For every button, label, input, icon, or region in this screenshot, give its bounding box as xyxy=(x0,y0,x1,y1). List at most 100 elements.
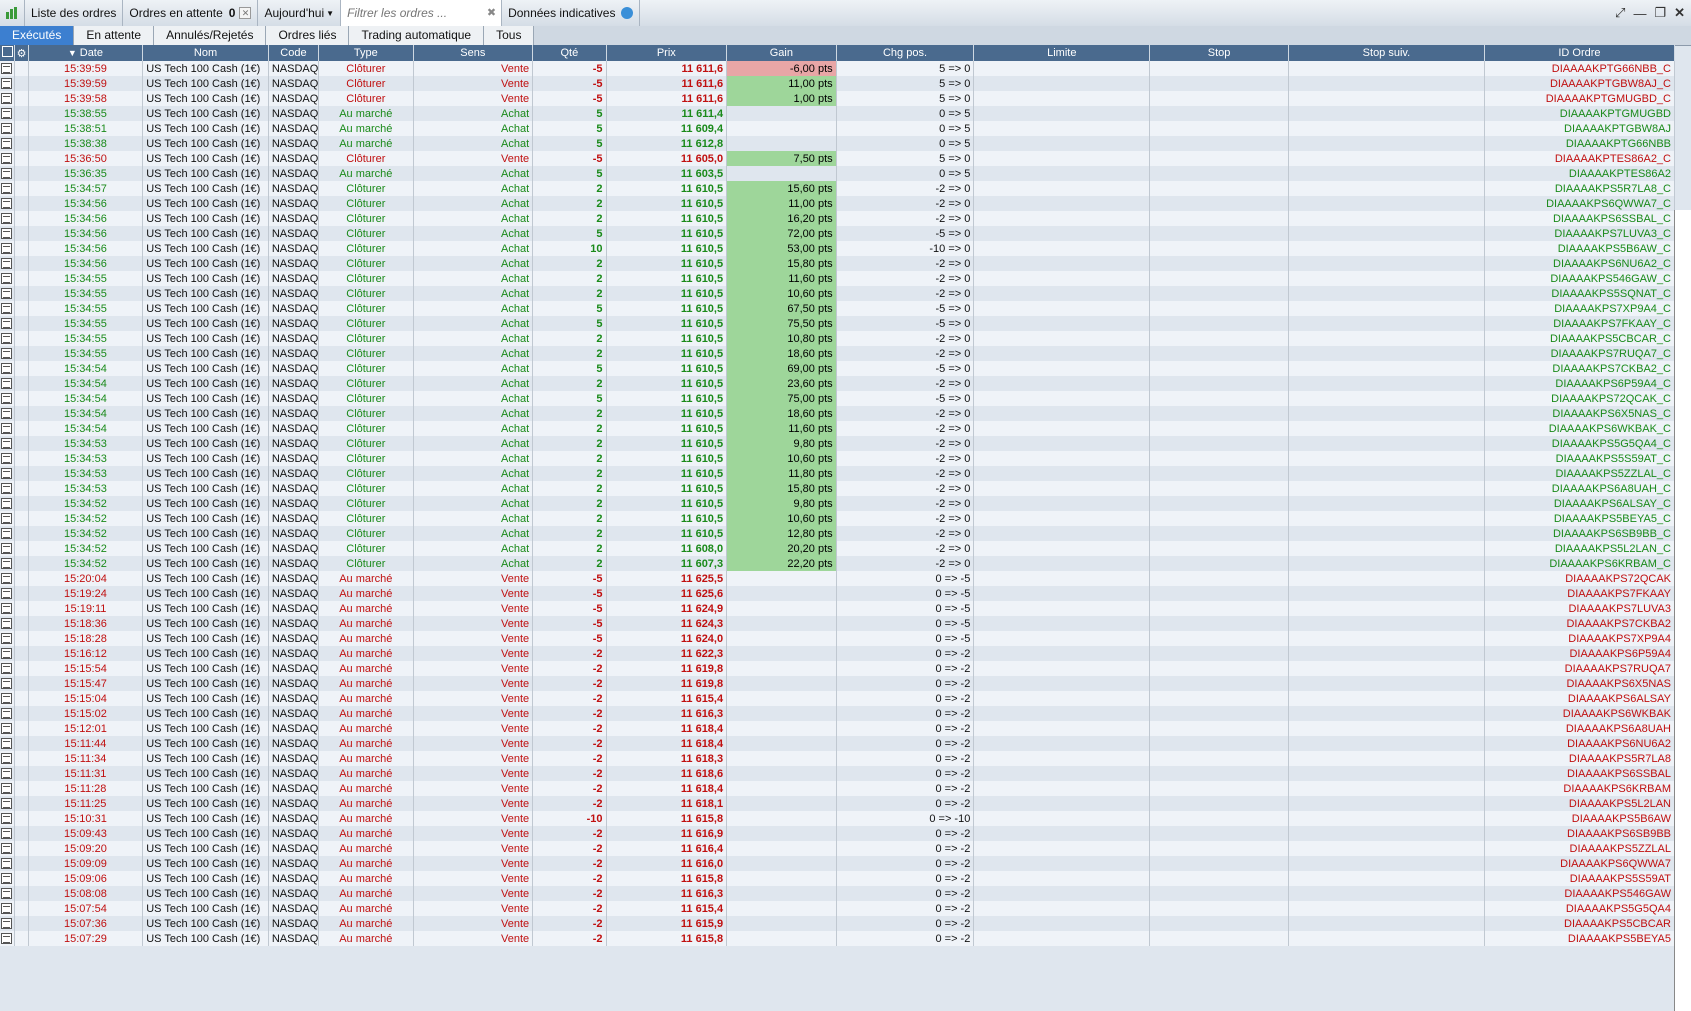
order-detail-icon[interactable] xyxy=(1,318,13,330)
table-row[interactable]: 15:15:47 US Tech 100 Cash (1€) NASDAQ Au ma… xyxy=(0,676,1675,691)
table-row[interactable]: 15:34:56 US Tech 100 Cash (1€) NASDAQ Clôtu… xyxy=(0,196,1675,211)
table-row[interactable]: 15:08:08 US Tech 100 Cash (1€) NASDAQ Au ma… xyxy=(0,886,1675,901)
order-detail-icon[interactable] xyxy=(1,468,13,480)
col-header-limite[interactable]: Limite xyxy=(973,45,1151,61)
table-row[interactable]: 15:34:56 US Tech 100 Cash (1€) NASDAQ Clôtu… xyxy=(0,226,1675,241)
close-icon[interactable]: ✕ xyxy=(239,7,252,19)
order-detail-icon[interactable] xyxy=(1,528,13,540)
order-detail-icon[interactable] xyxy=(1,543,13,555)
table-row[interactable]: 15:34:54 US Tech 100 Cash (1€) NASDAQ Clôtu… xyxy=(0,376,1675,391)
order-detail-icon[interactable] xyxy=(1,378,13,390)
table-row[interactable]: 15:18:36 US Tech 100 Cash (1€) NASDAQ Au ma… xyxy=(0,616,1675,631)
order-detail-icon[interactable] xyxy=(1,438,13,450)
table-row[interactable]: 15:34:56 US Tech 100 Cash (1€) NASDAQ Clôtu… xyxy=(0,241,1675,256)
order-detail-icon[interactable] xyxy=(1,243,13,255)
order-detail-icon[interactable] xyxy=(1,423,13,435)
col-header-qte[interactable]: Qté xyxy=(532,45,607,61)
tab-all[interactable]: Tous xyxy=(484,26,535,45)
table-row[interactable]: 15:34:52 US Tech 100 Cash (1€) NASDAQ Clôtu… xyxy=(0,526,1675,541)
table-row[interactable]: 15:16:12 US Tech 100 Cash (1€) NASDAQ Au ma… xyxy=(0,646,1675,661)
table-row[interactable]: 15:38:51 US Tech 100 Cash (1€) NASDAQ Au ma… xyxy=(0,121,1675,136)
clear-filter-icon[interactable]: ✖ xyxy=(487,6,496,19)
table-row[interactable]: 15:10:31 US Tech 100 Cash (1€) NASDAQ Au ma… xyxy=(0,811,1675,826)
table-row[interactable]: 15:34:52 US Tech 100 Cash (1€) NASDAQ Clôtu… xyxy=(0,496,1675,511)
col-header-chg-pos[interactable]: Chg pos. xyxy=(836,45,975,61)
orders-list-label[interactable]: Liste des ordres xyxy=(25,0,124,26)
table-row[interactable]: 15:38:55 US Tech 100 Cash (1€) NASDAQ Au ma… xyxy=(0,106,1675,121)
orders-app-icon[interactable] xyxy=(0,0,25,26)
table-row[interactable]: 15:11:31 US Tech 100 Cash (1€) NASDAQ Au ma… xyxy=(0,766,1675,781)
order-detail-icon[interactable] xyxy=(1,303,13,315)
settings-icon[interactable]: ⚙ xyxy=(14,45,29,61)
table-row[interactable]: 15:07:36 US Tech 100 Cash (1€) NASDAQ Au ma… xyxy=(0,916,1675,931)
order-detail-icon[interactable] xyxy=(1,78,13,90)
col-header-type[interactable]: Type xyxy=(318,45,414,61)
table-row[interactable]: 15:34:52 US Tech 100 Cash (1€) NASDAQ Clôtu… xyxy=(0,556,1675,571)
order-detail-icon[interactable] xyxy=(1,678,13,690)
table-row[interactable]: 15:34:53 US Tech 100 Cash (1€) NASDAQ Clôtu… xyxy=(0,481,1675,496)
col-header-gain[interactable]: Gain xyxy=(726,45,837,61)
order-detail-icon[interactable] xyxy=(1,453,13,465)
table-row[interactable]: 15:19:11 US Tech 100 Cash (1€) NASDAQ Au ma… xyxy=(0,601,1675,616)
table-row[interactable]: 15:11:28 US Tech 100 Cash (1€) NASDAQ Au ma… xyxy=(0,781,1675,796)
table-row[interactable]: 15:09:20 US Tech 100 Cash (1€) NASDAQ Au ma… xyxy=(0,841,1675,856)
tab-automatic-trading[interactable]: Trading automatique xyxy=(349,26,485,45)
order-detail-icon[interactable] xyxy=(1,348,13,360)
col-header-stop-suiv[interactable]: Stop suiv. xyxy=(1288,45,1485,61)
order-detail-icon[interactable] xyxy=(1,618,13,630)
table-row[interactable]: 15:11:44 US Tech 100 Cash (1€) NASDAQ Au ma… xyxy=(0,736,1675,751)
col-header-code[interactable]: Code xyxy=(268,45,320,61)
order-detail-icon[interactable] xyxy=(1,903,13,915)
table-row[interactable]: 15:15:02 US Tech 100 Cash (1€) NASDAQ Au ma… xyxy=(0,706,1675,721)
table-row[interactable]: 15:34:53 US Tech 100 Cash (1€) NASDAQ Clôtu… xyxy=(0,451,1675,466)
order-detail-icon[interactable] xyxy=(1,363,13,375)
order-detail-icon[interactable] xyxy=(1,633,13,645)
order-detail-icon[interactable] xyxy=(1,783,13,795)
table-row[interactable]: 15:34:53 US Tech 100 Cash (1€) NASDAQ Clôtu… xyxy=(0,436,1675,451)
order-detail-icon[interactable] xyxy=(1,693,13,705)
table-row[interactable]: 15:34:56 US Tech 100 Cash (1€) NASDAQ Clôtu… xyxy=(0,256,1675,271)
col-header-nom[interactable]: Nom xyxy=(142,45,269,61)
table-row[interactable]: 15:09:09 US Tech 100 Cash (1€) NASDAQ Au ma… xyxy=(0,856,1675,871)
order-detail-icon[interactable] xyxy=(1,648,13,660)
period-dropdown[interactable]: Aujourd'hui ▼ xyxy=(258,0,342,26)
table-row[interactable]: 15:34:54 US Tech 100 Cash (1€) NASDAQ Clôtu… xyxy=(0,421,1675,436)
order-detail-icon[interactable] xyxy=(1,183,13,195)
col-header-date[interactable]: ▼ Date xyxy=(28,45,144,61)
order-detail-icon[interactable] xyxy=(1,273,13,285)
order-detail-icon[interactable] xyxy=(1,138,13,150)
filter-input[interactable] xyxy=(341,3,494,23)
table-row[interactable]: 15:07:54 US Tech 100 Cash (1€) NASDAQ Au ma… xyxy=(0,901,1675,916)
order-detail-icon[interactable] xyxy=(1,828,13,840)
order-detail-icon[interactable] xyxy=(1,858,13,870)
table-row[interactable]: 15:15:54 US Tech 100 Cash (1€) NASDAQ Au ma… xyxy=(0,661,1675,676)
order-detail-icon[interactable] xyxy=(1,603,13,615)
tab-executed[interactable]: Exécutés xyxy=(0,26,75,45)
table-row[interactable]: 15:34:52 US Tech 100 Cash (1€) NASDAQ Clôtu… xyxy=(0,511,1675,526)
restore-icon[interactable]: ❐ xyxy=(1654,5,1666,21)
order-detail-icon[interactable] xyxy=(1,393,13,405)
order-detail-icon[interactable] xyxy=(1,513,13,525)
table-row[interactable]: 15:19:24 US Tech 100 Cash (1€) NASDAQ Au ma… xyxy=(0,586,1675,601)
order-detail-icon[interactable] xyxy=(1,663,13,675)
order-detail-icon[interactable] xyxy=(1,93,13,105)
order-detail-icon[interactable] xyxy=(1,288,13,300)
info-icon[interactable] xyxy=(621,7,634,19)
pending-orders-button[interactable]: Ordres en attente 0 ✕ xyxy=(123,0,259,26)
order-detail-icon[interactable] xyxy=(1,168,13,180)
order-detail-icon[interactable] xyxy=(1,918,13,930)
table-row[interactable]: 15:12:01 US Tech 100 Cash (1€) NASDAQ Au ma… xyxy=(0,721,1675,736)
order-detail-icon[interactable] xyxy=(1,123,13,135)
table-row[interactable]: 15:09:43 US Tech 100 Cash (1€) NASDAQ Au ma… xyxy=(0,826,1675,841)
table-row[interactable]: 15:11:34 US Tech 100 Cash (1€) NASDAQ Au ma… xyxy=(0,751,1675,766)
share-icon[interactable]: ⤢ xyxy=(1615,5,1625,21)
order-detail-icon[interactable] xyxy=(1,573,13,585)
order-detail-icon[interactable] xyxy=(1,873,13,885)
table-row[interactable]: 15:39:59 US Tech 100 Cash (1€) NASDAQ Clôtu… xyxy=(0,76,1675,91)
order-detail-icon[interactable] xyxy=(1,228,13,240)
table-row[interactable]: 15:34:54 US Tech 100 Cash (1€) NASDAQ Clôtu… xyxy=(0,361,1675,376)
order-detail-icon[interactable] xyxy=(1,483,13,495)
order-detail-icon[interactable] xyxy=(1,708,13,720)
table-row[interactable]: 15:34:57 US Tech 100 Cash (1€) NASDAQ Clôtu… xyxy=(0,181,1675,196)
table-row[interactable]: 15:39:59 US Tech 100 Cash (1€) NASDAQ Clôtu… xyxy=(0,61,1675,76)
